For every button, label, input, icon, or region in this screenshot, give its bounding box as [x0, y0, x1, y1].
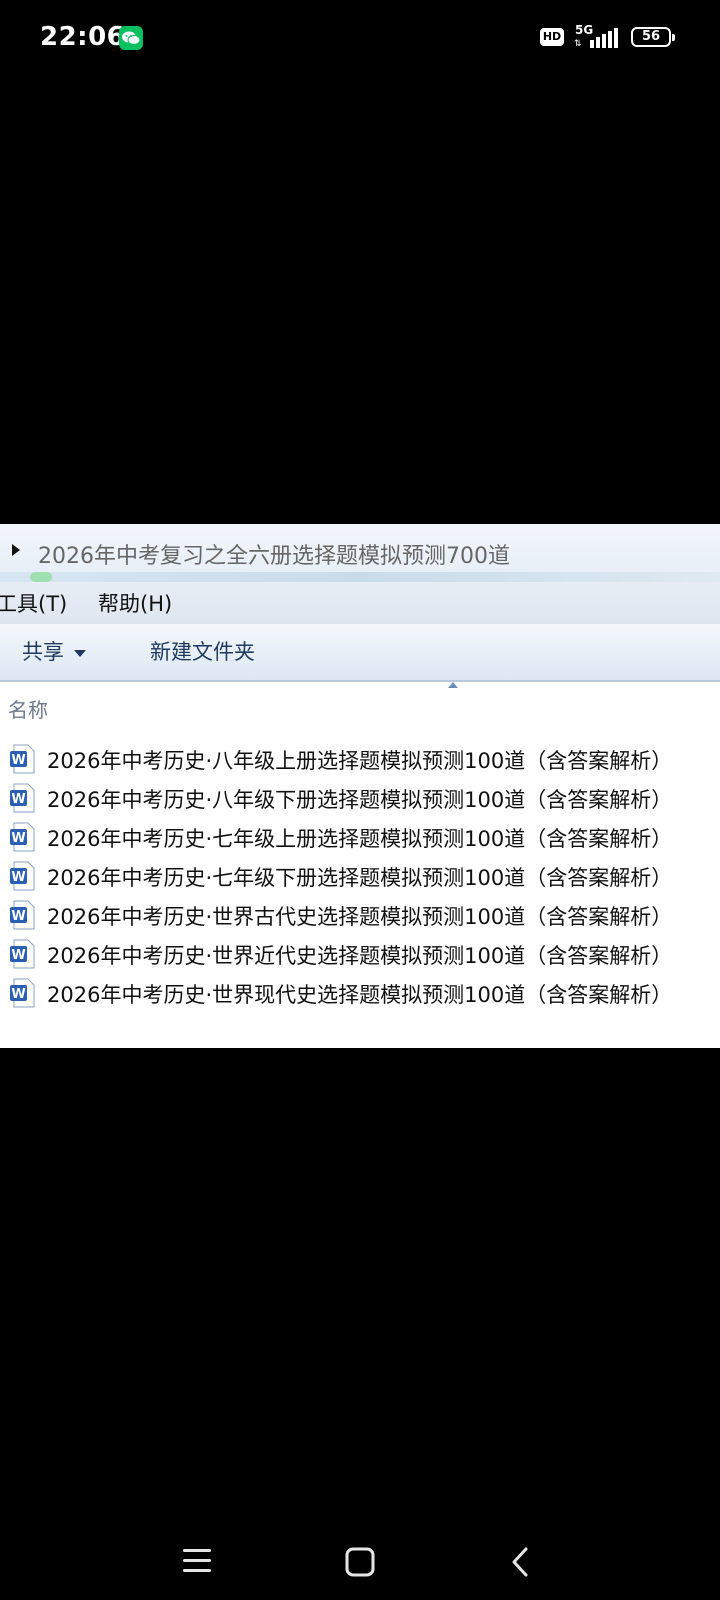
svg-text:W: W [11, 948, 25, 963]
back-icon[interactable] [510, 1547, 530, 1577]
navigation-bar [0, 1520, 720, 1600]
svg-text:W: W [11, 870, 25, 885]
word-document-icon: W [10, 900, 35, 930]
folder-path[interactable]: 2026年中考复习之全六册选择题模拟预测700道 [38, 538, 510, 570]
svg-text:W: W [11, 987, 25, 1002]
hd-icon: HD [540, 28, 564, 46]
file-name: 2026年中考历史·世界现代史选择题模拟预测100道（含答案解析） [47, 983, 673, 1007]
file-name: 2026年中考历史·八年级下册选择题模拟预测100道（含答案解析） [47, 788, 673, 812]
battery-level: 56 [641, 29, 661, 44]
menu-help[interactable]: 帮助(H) [98, 588, 172, 618]
address-bar[interactable]: 2026年中考复习之全六册选择题模拟预测700道 [0, 524, 720, 582]
share-button[interactable]: 共享 [22, 636, 86, 666]
clock: 22:06 [40, 22, 126, 52]
file-row[interactable]: W 2026年中考历史·七年级下册选择题模拟预测100道（含答案解析） [0, 857, 720, 895]
signal-icon [590, 28, 618, 48]
menu-tools[interactable]: 工具(T) [0, 588, 67, 618]
chevron-down-icon [74, 649, 86, 657]
menu-bar: 工具(T) 帮助(H) [0, 582, 720, 625]
blurred-dot [30, 572, 52, 582]
file-name: 2026年中考历史·七年级上册选择题模拟预测100道（含答案解析） [47, 827, 673, 851]
file-row[interactable]: W 2026年中考历史·世界现代史选择题模拟预测100道（含答案解析） [0, 974, 720, 1012]
svg-text:W: W [11, 792, 25, 807]
file-row[interactable]: W 2026年中考历史·七年级上册选择题模拟预测100道（含答案解析） [0, 818, 720, 856]
word-document-icon: W [10, 783, 35, 813]
word-document-icon: W [10, 861, 35, 891]
file-name: 2026年中考历史·七年级下册选择题模拟预测100道（含答案解析） [47, 866, 673, 890]
file-row[interactable]: W 2026年中考历史·八年级上册选择题模拟预测100道（含答案解析） [0, 740, 720, 778]
new-folder-button[interactable]: 新建文件夹 [150, 636, 255, 666]
battery-icon: 56 [631, 27, 675, 47]
wechat-icon [119, 26, 143, 50]
word-document-icon: W [10, 939, 35, 969]
blurred-strip [0, 572, 720, 582]
file-row[interactable]: W 2026年中考历史·世界近代史选择题模拟预测100道（含答案解析） [0, 935, 720, 973]
file-row[interactable]: W 2026年中考历史·世界古代史选择题模拟预测100道（含答案解析） [0, 896, 720, 934]
word-document-icon: W [10, 822, 35, 852]
share-label: 共享 [22, 640, 64, 664]
home-icon[interactable] [345, 1547, 375, 1577]
svg-text:W: W [11, 753, 25, 768]
recent-apps-icon[interactable] [183, 1548, 213, 1574]
expand-arrow-icon[interactable] [12, 544, 20, 556]
file-name: 2026年中考历史·世界近代史选择题模拟预测100道（含答案解析） [47, 944, 673, 968]
file-name: 2026年中考历史·八年级上册选择题模拟预测100道（含答案解析） [47, 749, 673, 773]
svg-text:W: W [11, 831, 25, 846]
word-document-icon: W [10, 978, 35, 1008]
data-arrows-icon: ⇅ [574, 39, 582, 49]
column-header-name[interactable]: 名称 [8, 694, 48, 723]
sort-ascending-icon [448, 682, 458, 688]
command-toolbar: 共享 新建文件夹 [0, 624, 720, 682]
status-bar: 22:06 HD 5G ⇅ 56 [0, 0, 720, 80]
file-explorer-window: 2026年中考复习之全六册选择题模拟预测700道 工具(T) 帮助(H) 共享 … [0, 524, 720, 1048]
svg-text:W: W [11, 909, 25, 924]
file-row[interactable]: W 2026年中考历史·八年级下册选择题模拟预测100道（含答案解析） [0, 779, 720, 817]
file-name: 2026年中考历史·世界古代史选择题模拟预测100道（含答案解析） [47, 905, 673, 929]
column-header-row: 名称 [0, 682, 720, 734]
word-document-icon: W [10, 744, 35, 774]
